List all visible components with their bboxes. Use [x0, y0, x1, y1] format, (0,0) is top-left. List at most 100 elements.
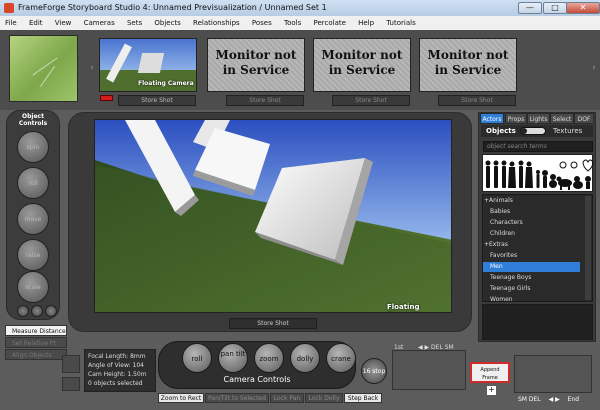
- zoom-to-rect-button[interactable]: Zoom to Rect: [158, 393, 204, 403]
- shot-thumbnail-4[interactable]: Monitor not in Service: [419, 38, 517, 92]
- roll-knob[interactable]: roll: [17, 167, 49, 199]
- focal-length-readout: Focal Length: 8mm: [88, 353, 146, 360]
- append-frame-button[interactable]: Append Frame: [470, 362, 510, 383]
- close-button[interactable]: ✕: [566, 2, 600, 14]
- end-bar: SM DEL ◀ ▶ End: [514, 394, 598, 406]
- tab-lights[interactable]: Lights: [527, 113, 550, 124]
- object-mini-knob-1[interactable]: [17, 305, 29, 317]
- overhead-thumbnail[interactable]: [9, 35, 78, 102]
- monitor-text-line1: Monitor not: [215, 48, 297, 62]
- object-controls-title-line2: Controls: [18, 120, 48, 127]
- store-shot-button-3[interactable]: Store Shot: [332, 95, 410, 106]
- scale-knob[interactable]: scale: [17, 271, 49, 303]
- camera-crane-knob[interactable]: crane: [326, 343, 356, 373]
- category-item-characters[interactable]: Characters: [483, 218, 592, 228]
- minimize-button[interactable]: —: [518, 2, 542, 14]
- category-item-children[interactable]: Children: [483, 229, 592, 239]
- tab-props[interactable]: Props: [505, 113, 527, 124]
- menu-tutorials[interactable]: Tutorials: [381, 16, 420, 30]
- category-scrollbar[interactable]: [585, 196, 591, 300]
- monitor-text-line2: in Service: [222, 63, 290, 77]
- category-label: Characters: [490, 219, 523, 226]
- bottom-tool-slot-2[interactable]: [62, 377, 80, 391]
- menu-tools[interactable]: Tools: [279, 16, 306, 30]
- objects-label: Objects: [486, 127, 516, 135]
- category-label: Men: [490, 263, 503, 270]
- viewport-store-shot-button[interactable]: Store Shot: [229, 318, 317, 329]
- menu-objects[interactable]: Objects: [149, 16, 185, 30]
- category-item-favorites[interactable]: Favorites: [483, 251, 592, 261]
- lock-pan-button[interactable]: Lock Pan: [270, 393, 304, 403]
- menu-sets[interactable]: Sets: [122, 16, 147, 30]
- shot-thumbnail-3[interactable]: Monitor not in Service: [313, 38, 411, 92]
- camera-pan-tilt-knob[interactable]: pan tilt: [218, 343, 248, 373]
- maximize-button[interactable]: □: [543, 2, 567, 14]
- tab-actors[interactable]: Actors: [480, 113, 504, 124]
- set-relative-point-button[interactable]: Set Relative Pt: [5, 337, 67, 348]
- category-label: Animals: [489, 197, 513, 204]
- category-item-teenage-boys[interactable]: Teenage Boys: [483, 273, 592, 283]
- end-button[interactable]: End: [568, 396, 579, 403]
- category-item-extras[interactable]: +Extras: [483, 240, 592, 250]
- category-label: Babies: [490, 208, 511, 215]
- object-mini-knob-2[interactable]: [31, 305, 43, 317]
- menu-percolate[interactable]: Percolate: [308, 16, 350, 30]
- category-item-animals[interactable]: +Animals: [483, 196, 592, 206]
- camera-roll-knob[interactable]: roll: [182, 343, 212, 373]
- category-label: Teenage Boys: [490, 274, 532, 281]
- category-label: Favorites: [490, 252, 518, 259]
- object-preview: [482, 304, 593, 340]
- align-objects-button[interactable]: Align Objects: [5, 349, 67, 360]
- category-item-teenage-girls[interactable]: Teenage Girls: [483, 284, 592, 294]
- store-shot-button-2[interactable]: Store Shot: [226, 95, 304, 106]
- shot-thumbnail-1[interactable]: Floating Camera: [99, 38, 197, 92]
- menu-file[interactable]: File: [0, 16, 22, 30]
- raise-knob[interactable]: raise: [17, 239, 49, 271]
- spin-knob[interactable]: spin: [17, 131, 49, 163]
- pan-tilt-to-selected-button[interactable]: Pan/Tilt to Selected: [205, 393, 269, 403]
- sm-del-button[interactable]: SM DEL: [518, 396, 541, 403]
- end-frame-slot[interactable]: [514, 355, 592, 393]
- append-label-line2: Frame: [482, 375, 498, 381]
- camera-controls-title: Camera Controls: [223, 375, 291, 384]
- store-shot-button-1[interactable]: Store Shot: [118, 95, 196, 106]
- move-knob[interactable]: move: [17, 203, 49, 235]
- store-shot-button-4[interactable]: Store Shot: [438, 95, 516, 106]
- category-label: Extras: [489, 241, 508, 248]
- camera-viewport[interactable]: Floating Camera: [94, 119, 452, 313]
- end-nav-arrows[interactable]: ◀ ▶: [549, 396, 560, 403]
- add-frame-plus-icon[interactable]: +: [487, 386, 496, 395]
- menu-bar: File Edit View Cameras Sets Objects Rela…: [0, 16, 600, 30]
- lock-dolly-button[interactable]: Lock Dolly: [305, 393, 343, 403]
- bottom-tool-slot-1[interactable]: [62, 355, 80, 373]
- monitor-text-line1: Monitor not: [321, 48, 403, 62]
- strip-left-arrow[interactable]: ‹: [88, 63, 96, 73]
- actor-silhouettes[interactable]: [482, 154, 594, 192]
- menu-cameras[interactable]: Cameras: [79, 16, 120, 30]
- menu-relationships[interactable]: Relationships: [188, 16, 245, 30]
- object-search-input[interactable]: object search terms: [483, 141, 593, 152]
- tab-dof[interactable]: DOF: [574, 113, 594, 124]
- measure-distance-button[interactable]: Measure Distance: [5, 325, 67, 336]
- menu-poses[interactable]: Poses: [247, 16, 277, 30]
- viewport-camera-caption: Floating Camera: [387, 303, 420, 312]
- menu-help[interactable]: Help: [353, 16, 379, 30]
- object-mini-knob-3[interactable]: [45, 305, 57, 317]
- camera-info-panel: Focal Length: 8mm Angle of View: 104 Cam…: [84, 349, 156, 392]
- append-label-line1: Append: [480, 367, 500, 373]
- menu-view[interactable]: View: [50, 16, 77, 30]
- lens-stop-icon[interactable]: 16 stop: [361, 358, 387, 384]
- tab-select[interactable]: Select: [550, 113, 574, 124]
- storyboard-frame-slot[interactable]: [392, 350, 466, 390]
- step-back-button[interactable]: Step Back: [344, 393, 382, 403]
- menu-edit[interactable]: Edit: [24, 16, 48, 30]
- shot-thumbnail-2[interactable]: Monitor not in Service: [207, 38, 305, 92]
- category-label: Women: [490, 296, 513, 303]
- category-list[interactable]: +Animals Babies Characters Children +Ext…: [482, 194, 593, 303]
- textures-label[interactable]: Textures: [553, 127, 582, 135]
- category-item-men[interactable]: Men: [483, 262, 580, 272]
- camera-dolly-knob[interactable]: dolly: [290, 343, 320, 373]
- strip-right-arrow[interactable]: ›: [590, 63, 598, 73]
- category-item-babies[interactable]: Babies: [483, 207, 592, 217]
- camera-zoom-knob[interactable]: zoom: [254, 343, 284, 373]
